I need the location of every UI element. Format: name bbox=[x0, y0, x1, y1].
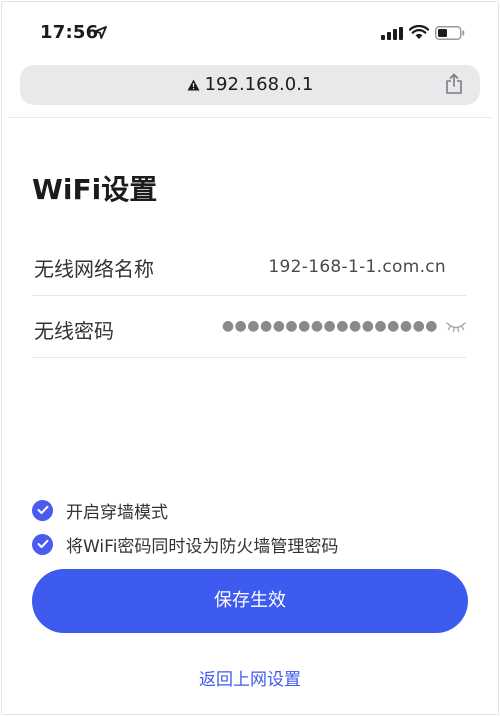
page-title: WiFi设置 bbox=[32, 173, 158, 206]
checkmark-icon[interactable] bbox=[32, 533, 53, 555]
address-bar[interactable]: 192.168.0.1 bbox=[20, 65, 480, 105]
url-text: 192.168.0.1 bbox=[204, 74, 314, 95]
wall-penetration-label: 开启穿墙模式 bbox=[66, 502, 168, 523]
wifi-name-label: 无线网络名称 bbox=[34, 257, 154, 281]
wifi-password-label: 无线密码 bbox=[34, 319, 114, 343]
wall-penetration-checkbox[interactable]: 开启穿墙模式 bbox=[32, 499, 168, 523]
save-button[interactable]: 保存生效 bbox=[32, 569, 468, 633]
checkmark-icon[interactable] bbox=[32, 499, 53, 521]
location-arrow-icon bbox=[94, 26, 107, 39]
wifi-icon bbox=[409, 25, 429, 39]
warning-triangle-icon bbox=[187, 79, 200, 91]
share-icon[interactable] bbox=[445, 73, 463, 95]
header-divider bbox=[8, 117, 492, 118]
sync-firewall-password-label: 将WiFi密码同时设为防火墙管理密码 bbox=[66, 536, 339, 557]
battery-icon bbox=[435, 26, 465, 40]
wifi-password-row[interactable]: 无线密码 ●●●●●●●●●●●●●●●●● bbox=[32, 294, 466, 358]
back-to-internet-settings-link[interactable]: 返回上网设置 bbox=[0, 665, 500, 690]
sync-firewall-password-checkbox[interactable]: 将WiFi密码同时设为防火墙管理密码 bbox=[32, 533, 339, 557]
wifi-name-row[interactable]: 无线网络名称 192-168-1-1.com.cn bbox=[32, 232, 466, 296]
status-bar: 17:56 bbox=[0, 0, 500, 60]
wifi-name-input[interactable]: 192-168-1-1.com.cn bbox=[268, 257, 446, 277]
wifi-password-input[interactable]: ●●●●●●●●●●●●●●●●● bbox=[222, 318, 438, 334]
cellular-signal-icon bbox=[381, 27, 403, 40]
eye-closed-icon[interactable] bbox=[446, 321, 466, 333]
status-time: 17:56 bbox=[40, 22, 99, 43]
